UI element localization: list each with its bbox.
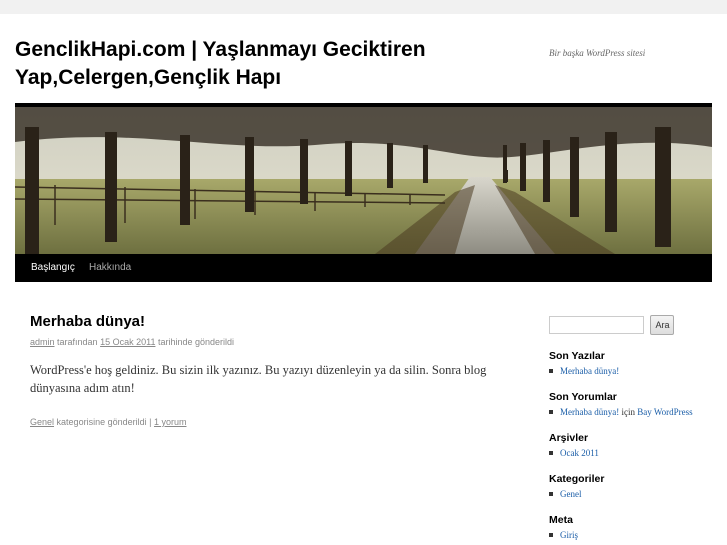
archive-link[interactable]: Ocak 2011 [560, 448, 599, 458]
widget-meta: Meta Giriş [549, 513, 719, 542]
widget-recent-comments: Son Yorumlar Merhaba dünya! için Bay Wor… [549, 390, 719, 419]
post-by-text: tarafından [57, 337, 98, 347]
sidebar: Ara Son Yazılar Merhaba dünya! Son Yorum… [549, 315, 719, 542]
list-item: Ocak 2011 [549, 447, 719, 460]
page-wrapper: GenclikHapi.com | Yaşlanmayı Geciktiren … [0, 14, 727, 545]
list-item: Merhaba dünya! [549, 365, 719, 378]
widget-title: Arşivler [549, 432, 589, 444]
post-author-link[interactable]: admin [30, 337, 55, 347]
post-utility: Genel kategorisine gönderildi | 1 yorum [30, 417, 500, 427]
post: Merhaba dünya! admin tarafından 15 Ocak … [30, 312, 500, 427]
site-description: Bir başka WordPress sitesi [549, 48, 646, 58]
post-category-link[interactable]: Genel [30, 417, 54, 427]
widget-title: Son Yazılar [549, 350, 605, 362]
post-category-text: kategorisine gönderildi [56, 417, 147, 427]
post-content: WordPress'e hoş geldiniz. Bu sizin ilk y… [30, 363, 487, 395]
list-item: Merhaba dünya! için Bay WordPress [549, 406, 719, 419]
post-date-link[interactable]: 15 Ocak 2011 [100, 337, 155, 347]
site-title: GenclikHapi.com | Yaşlanmayı Geciktiren … [15, 36, 495, 92]
main-navigation: Başlangıç Hakkında [15, 254, 712, 282]
search-button[interactable]: Ara [650, 315, 675, 335]
widget-title: Son Yorumlar [549, 391, 617, 403]
search-form: Ara [549, 315, 719, 335]
recent-comment-post-link[interactable]: Merhaba dünya! [560, 407, 619, 417]
recent-post-link[interactable]: Merhaba dünya! [560, 366, 619, 376]
site-title-link[interactable]: GenclikHapi.com | Yaşlanmayı Geciktiren … [15, 38, 426, 89]
widget-categories: Kategoriler Genel [549, 472, 719, 501]
post-posted-text: tarihinde gönderildi [157, 337, 235, 347]
widget-recent-posts: Son Yazılar Merhaba dünya! [549, 349, 719, 378]
nav-item-home[interactable]: Başlangıç [31, 254, 75, 282]
meta-login-link[interactable]: Giriş [560, 530, 578, 540]
post-comments-link[interactable]: 1 yorum [154, 417, 187, 427]
recent-comment-author-link[interactable]: Bay WordPress [637, 407, 692, 417]
post-meta: admin tarafından 15 Ocak 2011 tarihinde … [30, 335, 500, 349]
list-item: Genel [549, 488, 719, 501]
header-image[interactable] [15, 107, 712, 254]
post-title[interactable]: Merhaba dünya! [30, 312, 500, 332]
widget-title: Kategoriler [549, 473, 605, 485]
header-image-graphic [15, 107, 712, 254]
widget-archives: Arşivler Ocak 2011 [549, 431, 719, 460]
widget-title: Meta [549, 514, 573, 526]
recent-comment-on-text: için [621, 407, 635, 417]
list-item: Giriş [549, 529, 719, 542]
post-separator: | [149, 417, 152, 427]
nav-item-about[interactable]: Hakkında [89, 254, 131, 282]
category-link[interactable]: Genel [560, 489, 582, 499]
search-input[interactable] [549, 316, 644, 334]
